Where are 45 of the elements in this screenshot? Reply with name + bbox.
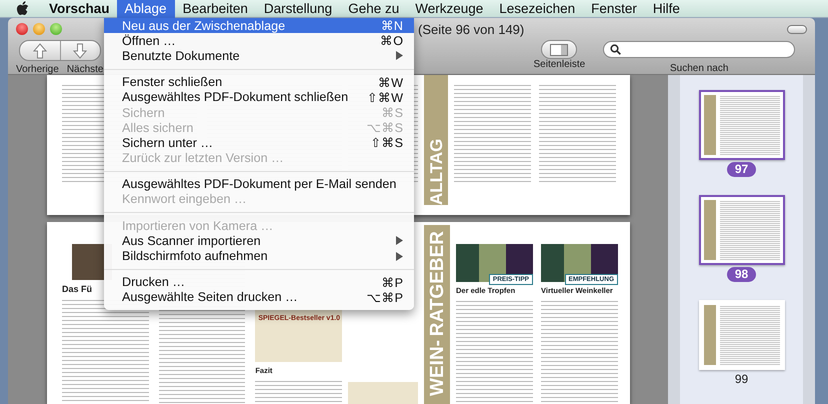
info-box (348, 382, 418, 404)
sidebar-button[interactable] (541, 40, 578, 59)
menu-item[interactable]: Benutzte Dokumente (104, 48, 414, 64)
search-field[interactable] (603, 41, 796, 58)
page-number: 99 (734, 372, 750, 387)
previous-label: Vorherige (16, 64, 59, 75)
menu-item[interactable]: Ausgewähltes PDF-Dokument per E-Mail senden (104, 176, 414, 192)
down-arrow-icon (73, 42, 88, 58)
menu-item[interactable]: Sichern unter … ⇧⌘S (104, 135, 414, 150)
article-heading: Das Fü (62, 284, 94, 294)
page-thumbnail[interactable] (698, 90, 784, 160)
page-thumbnail[interactable] (698, 300, 784, 370)
window-title: (Seite 96 von 149) (418, 22, 524, 36)
section-banner: WEIN- RATGEBER (424, 225, 450, 404)
search-icon (610, 44, 622, 55)
menu-item[interactable]: Fenster schließen ⌘W (104, 74, 414, 90)
sidebar-label: Seitenleiste (534, 59, 586, 70)
menu-title[interactable]: Bearbeiten (174, 0, 256, 18)
menu-item[interactable]: Neu aus der Zwischenablage ⌘N (104, 18, 414, 34)
up-arrow-icon (32, 42, 47, 58)
toolbar-toggle-button[interactable] (787, 24, 807, 34)
next-label: Nächste (66, 64, 104, 75)
close-button[interactable] (16, 23, 28, 35)
page-number: 98 (726, 267, 756, 282)
sidebar-icon (550, 44, 568, 56)
menu-title[interactable]: Lesezeichen (491, 0, 584, 18)
menu-title[interactable]: Hilfe (644, 0, 688, 18)
menu-title[interactable]: Werkzeuge (407, 0, 492, 18)
menu-item[interactable]: Öffnen … ⌘O (104, 33, 414, 48)
submenu-arrow-icon (396, 51, 403, 60)
menu-title[interactable]: Ablage (116, 0, 175, 18)
search-label: Suchen nach (670, 63, 728, 74)
section-banner: ALLTAG (424, 75, 448, 205)
menu-item[interactable]: Bildschirmfoto aufnehmen (104, 248, 414, 264)
menu-title[interactable]: Gehe zu (340, 0, 408, 18)
app-menu[interactable]: Vorschau (41, 0, 117, 18)
menu-title[interactable]: Darstellung (256, 0, 340, 18)
menu-title[interactable]: Fenster (583, 0, 645, 18)
page-number: 97 (726, 162, 756, 177)
menu-item[interactable]: Ausgewählte Seiten drucken … ⌥⌘P (104, 290, 414, 305)
menu-item[interactable]: Ausgewähltes PDF-Dokument schließen ⇧⌘W (104, 90, 414, 105)
apple-logo-icon[interactable] (16, 1, 29, 16)
page-thumbnail[interactable] (698, 195, 784, 265)
menu-item[interactable]: Drucken … ⌘P (104, 274, 414, 290)
menu-item[interactable]: Aus Scanner importieren (104, 233, 414, 248)
